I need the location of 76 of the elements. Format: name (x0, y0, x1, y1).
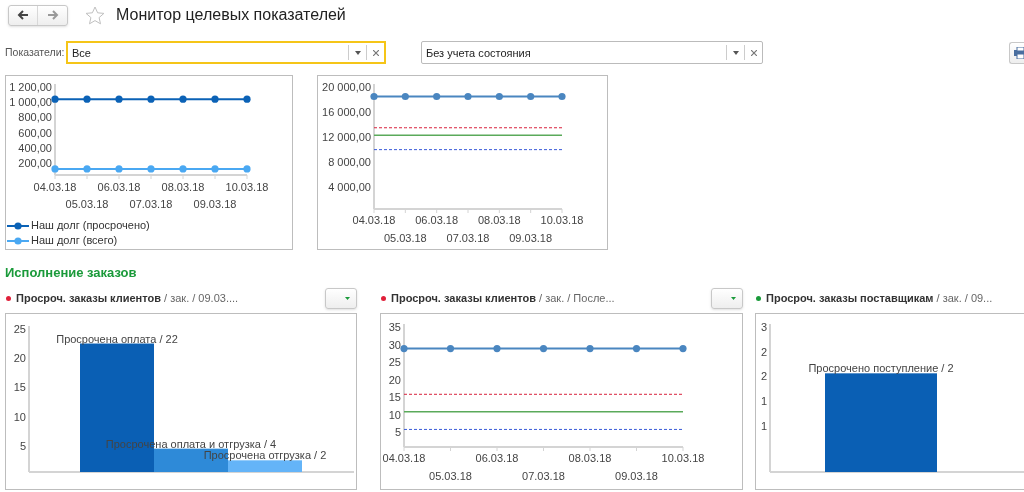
axis-label: 04.03.18 (352, 214, 396, 226)
axis-label: 04.03.18 (33, 181, 77, 193)
axis-label: 10 (13, 410, 26, 423)
caret-icon (732, 50, 739, 55)
axis-label: 2 (760, 345, 767, 358)
axis-label: 04.03.18 (382, 452, 426, 464)
caret-icon (344, 296, 350, 300)
panel-title: Просроч. заказы поставщикам / зак. / 09... (766, 290, 993, 306)
axis-label: 08.03.18 (477, 214, 521, 226)
axis-label: 10 (388, 408, 401, 421)
axis-label: 5 (394, 426, 401, 439)
axis-label: 2 (760, 370, 767, 383)
legend-line-icon (7, 221, 29, 230)
printer-icon (1014, 46, 1024, 59)
axis-label: 4 000,00 (328, 181, 371, 193)
axis-label: 200,00 (18, 156, 52, 169)
axis-label: 07.03.18 (522, 470, 565, 482)
axis-label: 20 (388, 373, 401, 386)
axis-label: 07.03.18 (446, 232, 490, 244)
text-input[interactable]: Без учета состояния (422, 42, 726, 63)
axis-label: 1 (760, 395, 767, 407)
axis-label: 10.03.18 (661, 452, 705, 464)
axis-label: 400,00 (18, 141, 52, 154)
combo-box[interactable]: Все (66, 41, 386, 64)
axis-label: 35 (388, 321, 401, 333)
combo-box[interactable]: Без учета состояния (421, 41, 763, 64)
axis-label: 15 (388, 391, 401, 404)
legend-line-icon (7, 236, 29, 245)
axis-label: 09.03.18 (193, 198, 237, 210)
axis-label: 12 000,00 (322, 131, 371, 143)
field-label: Показатели: (5, 44, 66, 60)
axis-label: 20 (13, 352, 26, 365)
page-title: Монитор целевых показателей (116, 5, 346, 25)
axis-label: 1 (760, 419, 767, 432)
axis-label: 10.03.18 (540, 214, 584, 226)
axis-label: 09.03.18 (509, 232, 553, 244)
legend-label: Наш долг (просрочено) (31, 218, 150, 234)
text-input[interactable]: Все (68, 43, 348, 62)
axis-label: 20 000,00 (322, 81, 371, 93)
axis-label: 5 (19, 439, 26, 452)
close-icon (372, 49, 379, 56)
print-button[interactable] (1009, 41, 1024, 64)
axis-label: 800,00 (18, 111, 52, 124)
axis-label: 05.03.18 (383, 232, 427, 244)
axis-label: 25 (13, 323, 26, 335)
axis-label: 30 (388, 338, 401, 351)
caret-icon (354, 50, 361, 55)
axis-label: 8 000,00 (328, 156, 371, 168)
axis-label: 10.03.18 (225, 181, 269, 193)
data-label: Просрочено поступление / 2 (808, 362, 954, 375)
legend-label: Наш долг (всего) (31, 233, 118, 249)
axis-label: 15 (13, 381, 26, 394)
axis-label: 3 (760, 321, 767, 333)
axis-label: 25 (388, 356, 401, 369)
panel-title: Просроч. заказы клиентов / зак. / 09.03.... (16, 290, 239, 306)
axis-label: 1 200,00 (9, 81, 52, 93)
axis-label: 06.03.18 (415, 214, 459, 226)
axis-label: 1 000,00 (9, 96, 52, 109)
right-arrow-icon (46, 10, 59, 20)
axis-label: 16 000,00 (322, 106, 371, 118)
close-icon (750, 49, 757, 56)
star-icon[interactable] (85, 5, 105, 25)
axis-label: 600,00 (18, 126, 52, 139)
axis-label: 07.03.18 (129, 198, 173, 210)
axis-label: 05.03.18 (429, 470, 472, 482)
section-heading: Исполнение заказов (4, 264, 138, 279)
caret-icon (730, 296, 736, 300)
data-label: Просрочена оплата / 22 (56, 332, 178, 345)
axis-label: 08.03.18 (568, 452, 612, 464)
panel-title: Просроч. заказы клиентов / зак. / После... (391, 290, 615, 306)
left-arrow-icon (17, 10, 29, 20)
axis-label: 08.03.18 (161, 181, 205, 193)
axis-label: 06.03.18 (97, 181, 141, 193)
axis-label: 05.03.18 (65, 198, 109, 210)
axis-label: 06.03.18 (475, 452, 519, 464)
axis-label: 09.03.18 (615, 470, 658, 482)
